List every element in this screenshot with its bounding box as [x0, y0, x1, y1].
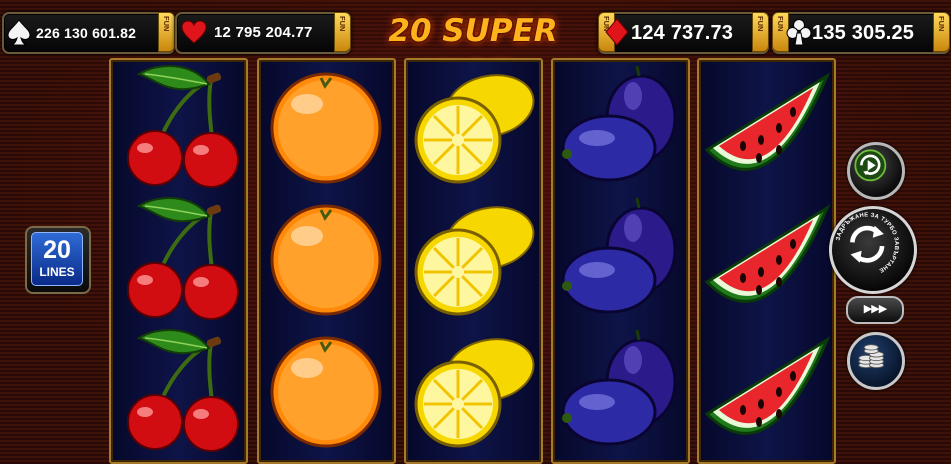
turbo-button[interactable]: ▶▶▶ — [846, 296, 904, 324]
fun-badge: FUN — [933, 12, 950, 52]
plum-symbol — [553, 194, 688, 324]
lemon-symbol — [406, 194, 541, 324]
orange-symbol — [259, 62, 394, 192]
watermelon-symbol — [699, 326, 834, 456]
jackpot-clubs: FUN 135 305.25 FUN — [772, 12, 950, 54]
fun-badge: FUN — [334, 12, 351, 52]
bet-button[interactable] — [847, 332, 905, 390]
jackpot-diamonds: FUN 124 737.73 FUN — [598, 12, 769, 54]
heart-icon — [181, 20, 207, 44]
cherry-symbol — [111, 194, 246, 324]
cherry-symbol — [111, 62, 246, 192]
spin-ring-text: ЗАДРЪЖАНЕ ЗА ТУРБО ЗАВЪРТАНЕ — [836, 212, 899, 273]
jackpot-hearts: 12 795 204.77 FUN — [175, 12, 351, 54]
watermelon-symbol — [699, 62, 834, 192]
svg-text:ЗАДРЪЖАНЕ ЗА ТУРБО ЗАВЪРТАНЕ: ЗАДРЪЖАНЕ ЗА ТУРБО ЗАВЪРТАНЕ — [836, 212, 899, 273]
fun-badge: FUN — [158, 12, 175, 52]
orange-symbol — [259, 194, 394, 324]
spade-icon — [7, 19, 31, 46]
orange-symbol — [259, 326, 394, 456]
watermelon-symbol — [699, 194, 834, 324]
spin-icon: ЗАДРЪЖАНЕ ЗА ТУРБО ЗАВЪРТАНЕ — [836, 212, 899, 273]
jackpot-diamonds-value: 124 737.73 — [631, 22, 734, 44]
jackpot-spades: 226 130 601.82 FUN — [2, 12, 175, 54]
fun-badge: FUN — [752, 12, 769, 52]
plum-symbol — [553, 62, 688, 192]
coin-stack-icon — [858, 344, 885, 369]
autoplay-icon — [854, 149, 887, 182]
jackpot-hearts-value: 12 795 204.77 — [214, 24, 313, 41]
plum-symbol — [553, 326, 688, 456]
jackpot-clubs-value: 135 305.25 — [812, 22, 915, 44]
autoplay-button[interactable] — [847, 142, 905, 200]
club-icon — [786, 19, 812, 46]
cherry-symbol — [111, 326, 246, 456]
spin-button[interactable]: ЗАДРЪЖАНЕ ЗА ТУРБО ЗАВЪРТАНЕ — [829, 206, 917, 294]
game-title: 20 SUPER HOT — [388, 13, 558, 93]
jackpot-spades-value: 226 130 601.82 — [36, 25, 137, 41]
diamond-icon — [605, 18, 629, 46]
lemon-symbol — [406, 62, 541, 192]
lines-count: 20 — [43, 236, 71, 264]
lines-indicator[interactable]: 20 LINES — [25, 226, 91, 294]
lemon-symbol — [406, 326, 541, 456]
lines-label: LINES — [39, 265, 75, 279]
